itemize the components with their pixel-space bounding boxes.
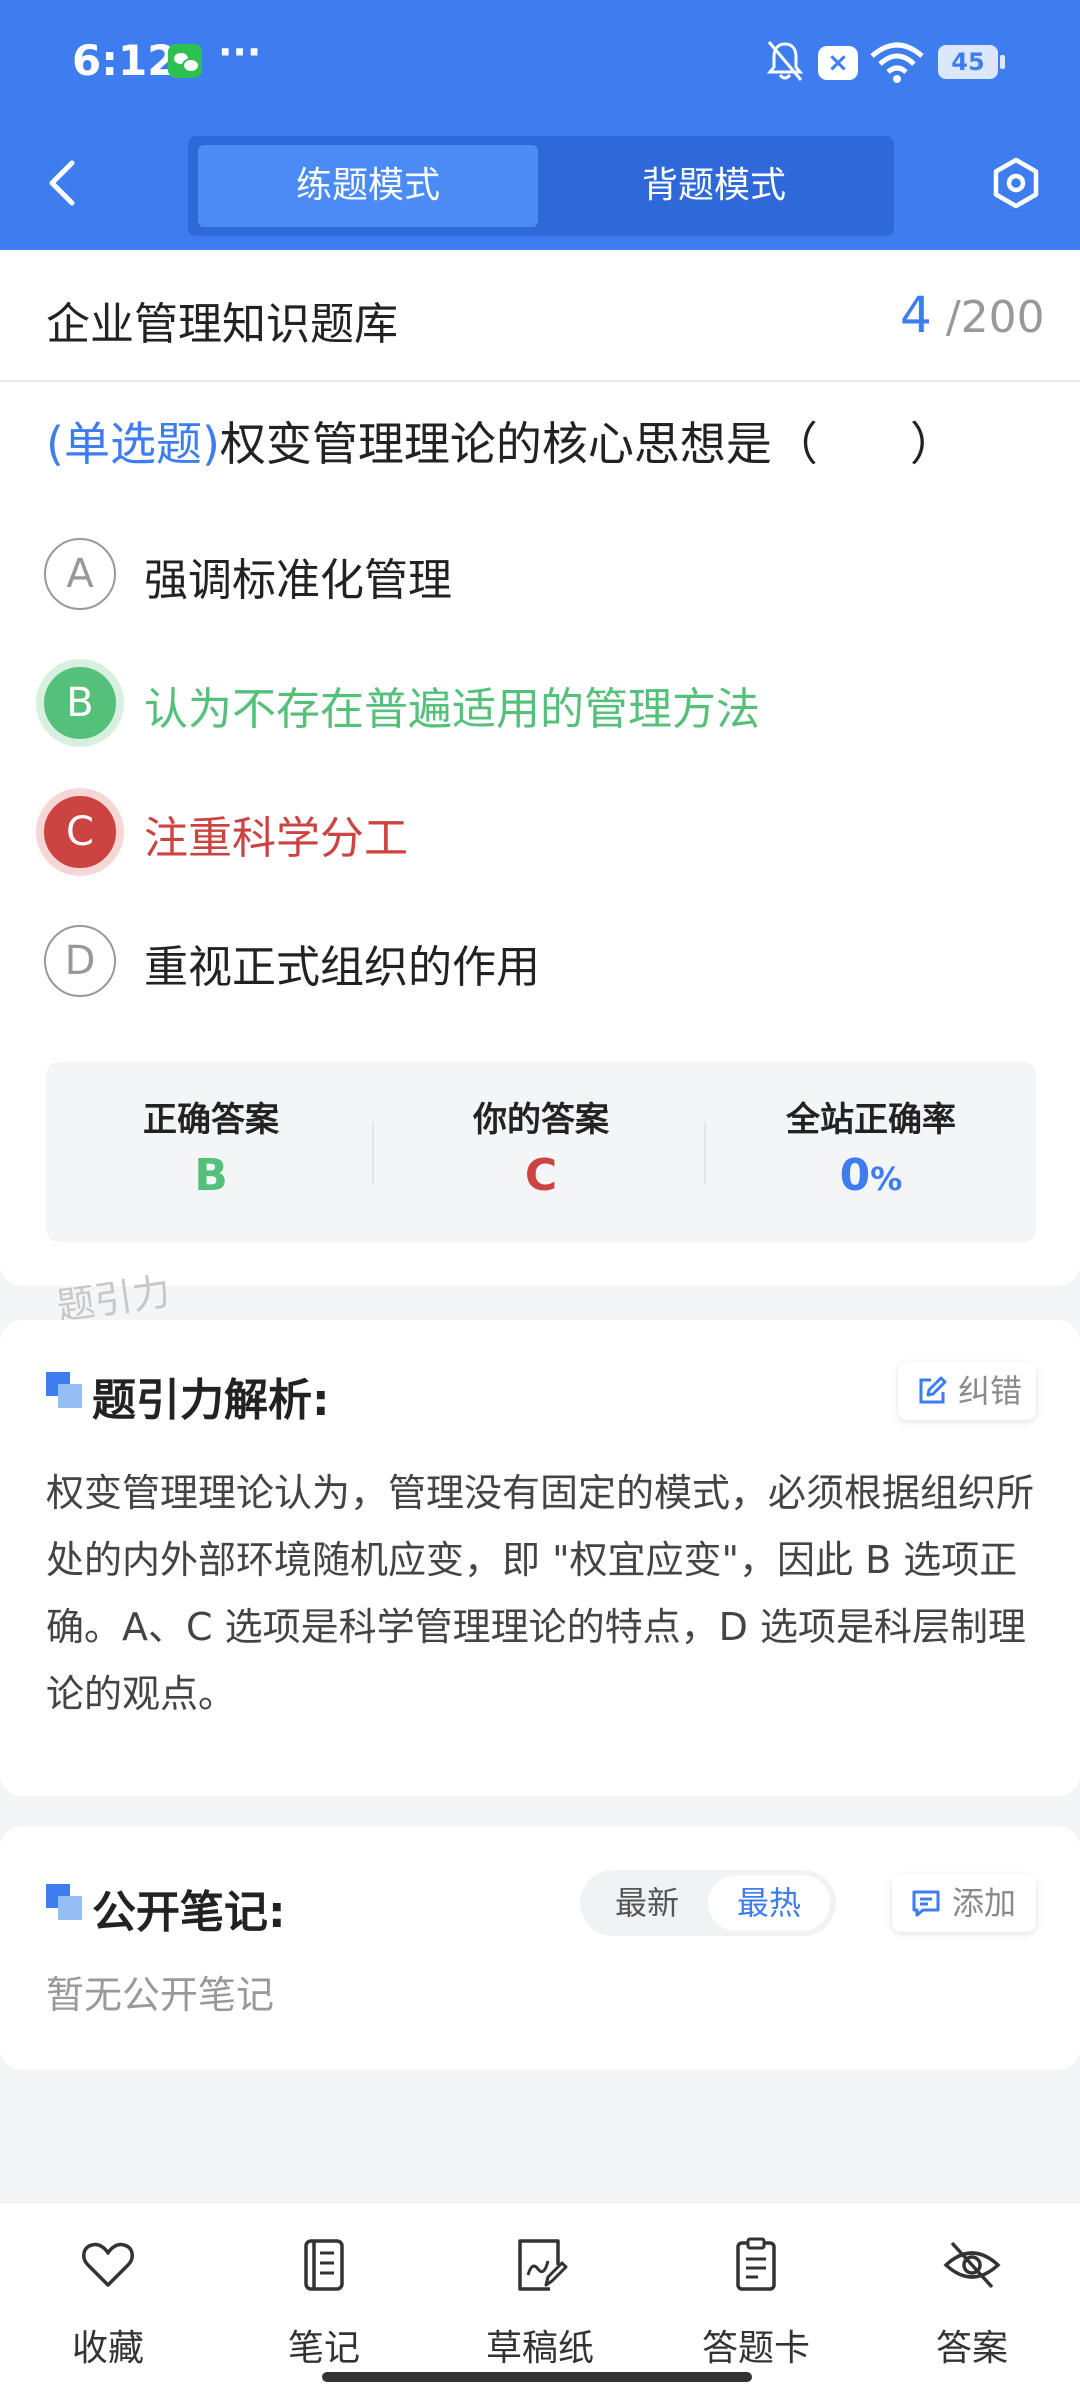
comment-icon	[912, 1890, 940, 1917]
nav-answer-sheet[interactable]: 答题卡	[676, 2227, 836, 2369]
option-b-text: 认为不存在普遍适用的管理方法	[144, 684, 760, 735]
option-c[interactable]: C 注重科学分工	[44, 796, 1044, 872]
correct-answer-value: B	[194, 1150, 228, 1201]
nav-favorite[interactable]: 收藏	[28, 2227, 188, 2369]
wifi-icon	[870, 42, 924, 83]
add-note-label: 添加	[952, 1884, 1017, 1922]
nav-favorite-label: 收藏	[71, 2328, 144, 2369]
report-error-label: 纠错	[958, 1372, 1023, 1410]
edit-icon	[919, 1376, 947, 1404]
divider	[0, 380, 1080, 382]
sort-newest[interactable]: 最新	[586, 1875, 708, 1931]
correct-answer-label: 正确答案	[143, 1100, 279, 1140]
status-time: 6:12	[72, 36, 177, 85]
question-current-number: 4	[900, 286, 932, 344]
question-stem: 权变管理理论的核心思想是（ ）	[219, 417, 956, 471]
battery-icon: 45	[938, 45, 1005, 79]
tab-practice-mode[interactable]: 练题模式	[198, 145, 538, 227]
sort-hottest[interactable]: 最热	[708, 1875, 830, 1931]
public-notes-card	[0, 1826, 1080, 2070]
accuracy-rate-number: 0	[839, 1150, 871, 1201]
question-text: (单选题)权变管理理论的核心思想是（ ）	[46, 408, 956, 474]
nav-notes[interactable]: 笔记	[244, 2227, 404, 2369]
question-progress-separator: /	[945, 292, 961, 343]
accuracy-rate-label: 全站正确率	[786, 1100, 956, 1140]
home-indicator[interactable]	[322, 2372, 752, 2382]
notes-empty-text: 暂无公开笔记	[46, 1973, 275, 2017]
nav-show-answer[interactable]: 答案	[892, 2227, 1052, 2369]
nav-notes-label: 笔记	[287, 2328, 360, 2369]
nav-show-answer-label: 答案	[935, 2328, 1008, 2369]
correct-answer-column: 正确答案 B	[46, 1062, 376, 1242]
option-c-letter: C	[44, 796, 116, 868]
question-progress: 4 /200	[900, 286, 1045, 344]
question-total-number: 200	[960, 292, 1045, 343]
option-d[interactable]: D 重视正式组织的作用	[44, 925, 1044, 1001]
accuracy-rate-column: 全站正确率 0%	[706, 1062, 1036, 1242]
back-chevron-icon[interactable]	[40, 155, 88, 211]
analysis-title: 题引力解析:	[92, 1375, 330, 1426]
settings-gear-icon[interactable]	[990, 157, 1042, 209]
option-c-text: 注重科学分工	[144, 813, 408, 864]
more-notifications-icon: ···	[218, 30, 262, 74]
nav-draft-paper-label: 草稿纸	[485, 2328, 594, 2369]
section-marker-icon	[46, 1372, 84, 1410]
nav-draft-paper[interactable]: 草稿纸	[460, 2227, 620, 2369]
accuracy-rate-unit: %	[870, 1160, 903, 1198]
question-type-label: (单选题)	[46, 417, 220, 471]
summary-separator	[372, 1122, 374, 1184]
mode-switcher: 练题模式 背题模式	[188, 136, 894, 236]
top-header: 6:12 ··· × 45 练题模式 背题模式	[0, 0, 1080, 250]
notebook-icon	[304, 2239, 344, 2291]
question-bank-title: 企业管理知识题库	[46, 299, 398, 350]
option-a[interactable]: A 强调标准化管理	[44, 538, 1044, 614]
notes-sort-toggle: 最新 最热	[580, 1870, 836, 1936]
option-d-letter: D	[44, 925, 116, 997]
add-note-button[interactable]: 添加	[892, 1874, 1036, 1932]
option-a-letter: A	[44, 538, 116, 610]
your-answer-label: 你的答案	[473, 1100, 609, 1140]
accuracy-rate-value: 0%	[706, 1150, 1036, 1201]
report-error-button[interactable]: 纠错	[898, 1362, 1036, 1420]
option-b[interactable]: B 认为不存在普遍适用的管理方法	[44, 667, 1044, 743]
public-notes-title: 公开笔记:	[92, 1887, 286, 1938]
wechat-icon	[168, 44, 202, 78]
bottom-toolbar: 收藏 笔记 草稿纸 答题卡 答案	[0, 2202, 1080, 2400]
section-marker-icon	[46, 1884, 84, 1922]
tab-memorize-mode[interactable]: 背题模式	[544, 145, 884, 227]
option-b-letter: B	[44, 667, 116, 739]
answer-summary: 正确答案 B 你的答案 C 全站正确率 0%	[46, 1062, 1036, 1242]
heart-icon	[82, 2242, 134, 2287]
close-badge-icon: ×	[818, 46, 858, 80]
eye-off-icon	[943, 2241, 1001, 2289]
bell-muted-icon	[766, 41, 804, 81]
option-d-text: 重视正式组织的作用	[144, 942, 540, 993]
analysis-body: 权变管理理论认为，管理没有固定的模式，必须根据组织所处的内外部环境随机应变，即 …	[46, 1471, 1035, 1716]
your-answer-column: 你的答案 C	[376, 1062, 706, 1242]
nav-answer-sheet-label: 答题卡	[701, 2328, 810, 2369]
your-answer-value: C	[524, 1150, 558, 1201]
draft-paper-icon	[518, 2239, 568, 2291]
answer-sheet-icon	[736, 2237, 776, 2291]
option-a-text: 强调标准化管理	[144, 555, 452, 606]
status-bar: 6:12 ··· × 45	[0, 0, 1080, 125]
